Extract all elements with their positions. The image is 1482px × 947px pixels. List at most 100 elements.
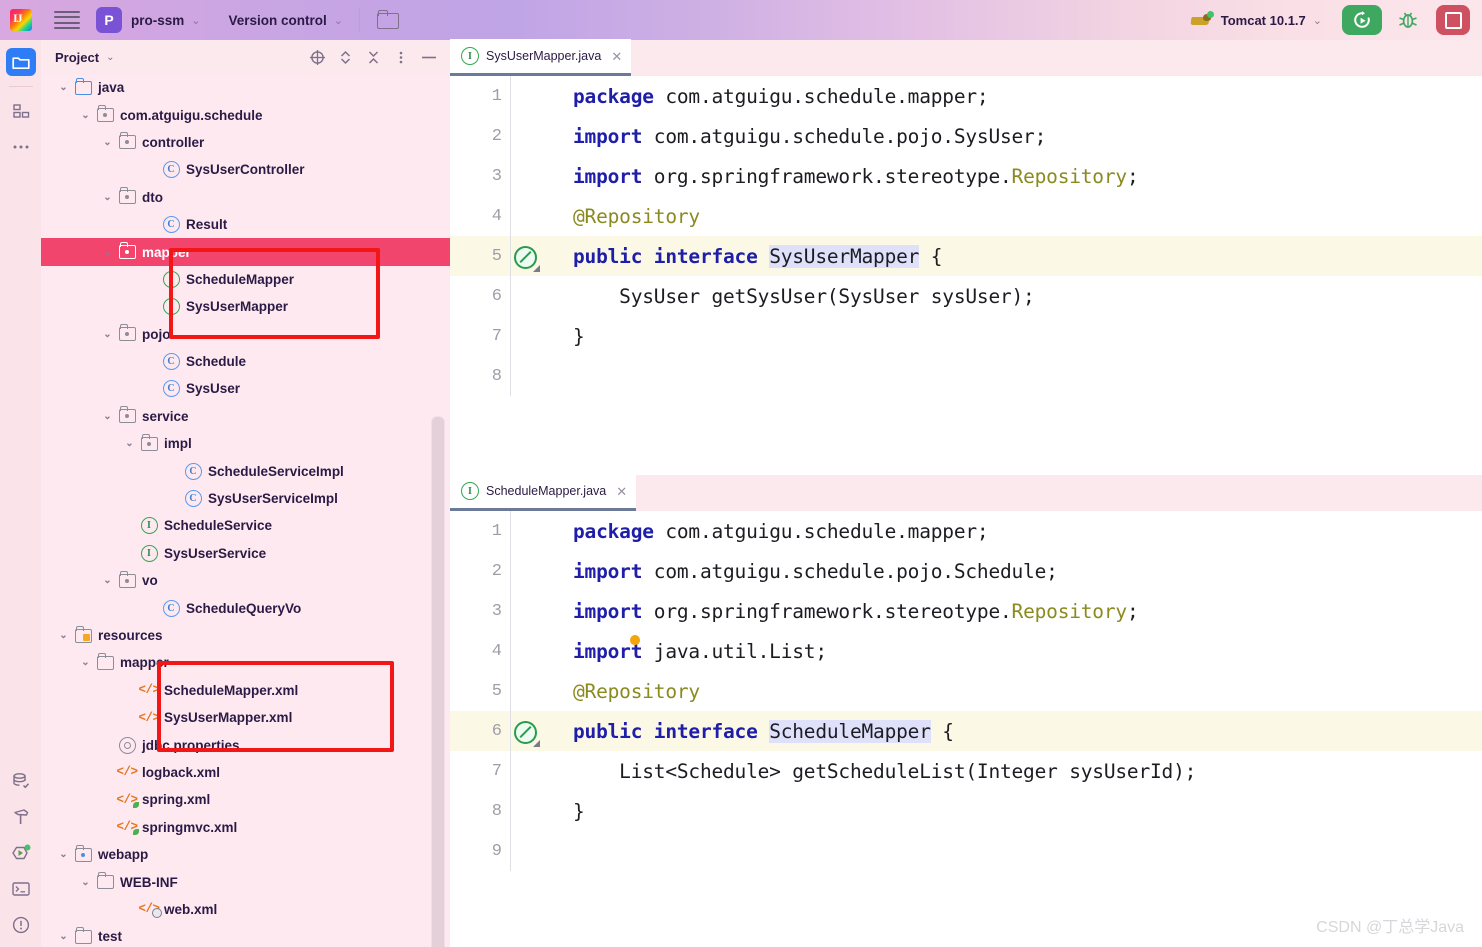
tree-node-sysuser[interactable]: C SysUser	[41, 375, 450, 402]
tab-schedulemapper-java[interactable]: I ScheduleMapper.java ✕	[450, 474, 637, 511]
editor-gutter[interactable]	[510, 196, 568, 236]
tree-node-schedulemapper-xml[interactable]: </> ScheduleMapper.xml	[41, 677, 450, 704]
project-scrollbar[interactable]	[431, 416, 445, 947]
collapse-all-button[interactable]	[360, 45, 386, 69]
open-folder-icon[interactable]	[376, 10, 400, 30]
chevron-down-icon[interactable]: ⌄	[55, 849, 72, 860]
implemented-interface-marker-icon[interactable]	[514, 246, 540, 272]
chevron-down-icon[interactable]: ⌄	[121, 438, 138, 449]
line-number: 3	[491, 166, 502, 186]
chevron-down-icon[interactable]: ⌄	[99, 575, 116, 586]
sidebar-item-more[interactable]	[6, 133, 36, 161]
tree-node-schedulequeryvo[interactable]: C ScheduleQueryVo	[41, 594, 450, 621]
tree-node-schedulemapper[interactable]: I ScheduleMapper	[41, 266, 450, 293]
tree-node-sysusercontroller[interactable]: C SysUserController	[41, 156, 450, 183]
options-button[interactable]	[388, 45, 414, 69]
tree-node-test[interactable]: ⌄ test	[41, 923, 450, 947]
code-area-schedulemapper[interactable]: 1 package com.atguigu.schedule.mapper; 2 im…	[450, 511, 1482, 947]
tree-node-schedule[interactable]: C Schedule	[41, 348, 450, 375]
tree-node-java[interactable]: ⌄ java	[41, 74, 450, 101]
chevron-down-icon[interactable]: ⌄	[99, 411, 116, 422]
tree-node-resources[interactable]: ⌄ resources	[41, 622, 450, 649]
editor-gutter[interactable]	[510, 751, 568, 791]
class-icon: C	[162, 380, 180, 398]
editor-gutter[interactable]	[510, 276, 568, 316]
version-control-dropdown[interactable]: Version control ⌄	[228, 13, 343, 28]
tree-node-com-atguigu-schedule[interactable]: ⌄ com.atguigu.schedule	[41, 101, 450, 128]
sidebar-item-services[interactable]	[6, 839, 36, 867]
sidebar-item-problems[interactable]	[6, 911, 36, 939]
chevron-down-icon[interactable]: ⌄	[77, 110, 94, 121]
tree-node-web-xml[interactable]: </> web.xml	[41, 896, 450, 923]
close-icon[interactable]: ✕	[611, 50, 622, 63]
tree-node-service[interactable]: ⌄ service	[41, 403, 450, 430]
tree-node-scheduleserviceimpl[interactable]: C ScheduleServiceImpl	[41, 457, 450, 484]
tree-node-spring-xml[interactable]: </> spring.xml	[41, 786, 450, 813]
tree-node-scheduleservice[interactable]: I ScheduleService	[41, 512, 450, 539]
editor-gutter[interactable]	[510, 831, 568, 871]
debug-button[interactable]	[1392, 5, 1424, 35]
editor-gutter[interactable]	[510, 76, 568, 116]
sidebar-item-database[interactable]	[6, 767, 36, 795]
editor-gutter[interactable]	[510, 356, 568, 396]
editor-gutter[interactable]	[510, 671, 568, 711]
tree-node-vo[interactable]: ⌄ vo	[41, 567, 450, 594]
stop-button[interactable]	[1436, 5, 1470, 35]
main-menu-icon[interactable]	[54, 11, 80, 29]
tree-node-dto[interactable]: ⌄ dto	[41, 184, 450, 211]
chevron-down-icon[interactable]: ⌄	[55, 630, 72, 641]
close-icon[interactable]: ✕	[616, 485, 627, 498]
sidebar-item-terminal[interactable]	[6, 875, 36, 903]
tree-node-springmvc-xml[interactable]: </> springmvc.xml	[41, 814, 450, 841]
hide-panel-button[interactable]	[416, 45, 442, 69]
tree-node-webapp[interactable]: ⌄ webapp	[41, 841, 450, 868]
run-configuration-dropdown[interactable]: Tomcat 10.1.7 ⌄	[1221, 13, 1322, 28]
chevron-down-icon[interactable]: ⌄	[99, 192, 116, 203]
tab-sysusermapper-java[interactable]: I SysUserMapper.java ✕	[450, 39, 632, 76]
chevron-down-icon[interactable]: ⌄	[99, 247, 116, 258]
tree-node-web-inf[interactable]: ⌄ WEB-INF	[41, 868, 450, 895]
tree-node-jdbc-properties[interactable]: jdbc.properties	[41, 731, 450, 758]
tree-node-mapper[interactable]: ⌄ mapper	[41, 649, 450, 676]
tree-node-sysuserserviceimpl[interactable]: C SysUserServiceImpl	[41, 485, 450, 512]
tree-node-sysusermapper[interactable]: I SysUserMapper	[41, 293, 450, 320]
tree-node-sysuserservice[interactable]: I SysUserService	[41, 540, 450, 567]
editor-gutter[interactable]	[510, 116, 568, 156]
chevron-down-icon[interactable]: ⌄	[55, 82, 72, 93]
chevron-down-icon[interactable]: ⌄	[77, 877, 94, 888]
chevron-down-icon[interactable]: ⌄	[55, 931, 72, 942]
select-opened-file-button[interactable]	[304, 45, 330, 69]
tree-node-impl[interactable]: ⌄ impl	[41, 430, 450, 457]
sidebar-item-structure[interactable]	[6, 97, 36, 125]
tree-node-logback-xml[interactable]: </> logback.xml	[41, 759, 450, 786]
editor-gutter[interactable]	[510, 551, 568, 591]
tree-node-pojo[interactable]: ⌄ pojo	[41, 321, 450, 348]
editor-gutter[interactable]	[510, 631, 640, 671]
implemented-interface-marker-icon[interactable]	[514, 721, 540, 747]
chevron-down-icon[interactable]: ⌄	[99, 329, 116, 340]
editor-gutter[interactable]	[510, 236, 568, 276]
editor-gutter[interactable]	[510, 511, 568, 551]
intention-bulb-icon[interactable]	[630, 635, 640, 645]
editor-gutter[interactable]	[510, 711, 568, 751]
package-icon	[118, 132, 136, 150]
tree-node-mapper[interactable]: ⌄ mapper	[41, 238, 450, 266]
editor-gutter[interactable]	[510, 156, 568, 196]
chevron-down-icon[interactable]: ⌄	[77, 657, 94, 668]
expand-collapse-button[interactable]	[332, 45, 358, 69]
xml-file-icon: </>	[138, 710, 160, 725]
tree-node-controller[interactable]: ⌄ controller	[41, 129, 450, 156]
tree-node-result[interactable]: C Result	[41, 211, 450, 238]
code-area-sysusermapper[interactable]: 1 package com.atguigu.schedule.mapper; 2 im…	[450, 76, 1482, 475]
sidebar-item-build[interactable]	[6, 803, 36, 831]
editor-gutter[interactable]	[510, 791, 568, 831]
sidebar-item-project[interactable]	[5, 48, 36, 76]
chevron-down-icon[interactable]: ⌄	[99, 137, 116, 148]
tree-node-sysusermapper-xml[interactable]: </> SysUserMapper.xml	[41, 704, 450, 731]
project-tree[interactable]: ⌄ java ⌄ com.atguigu.schedule ⌄ controller C Sy…	[41, 74, 450, 947]
editor-gutter[interactable]	[510, 316, 568, 356]
editor-gutter[interactable]	[510, 591, 568, 631]
code-line: 2 import com.atguigu.schedule.pojo.Schedu…	[450, 551, 1482, 591]
project-name-dropdown[interactable]: pro-ssm ⌄	[131, 13, 200, 28]
run-button[interactable]	[1342, 5, 1382, 35]
